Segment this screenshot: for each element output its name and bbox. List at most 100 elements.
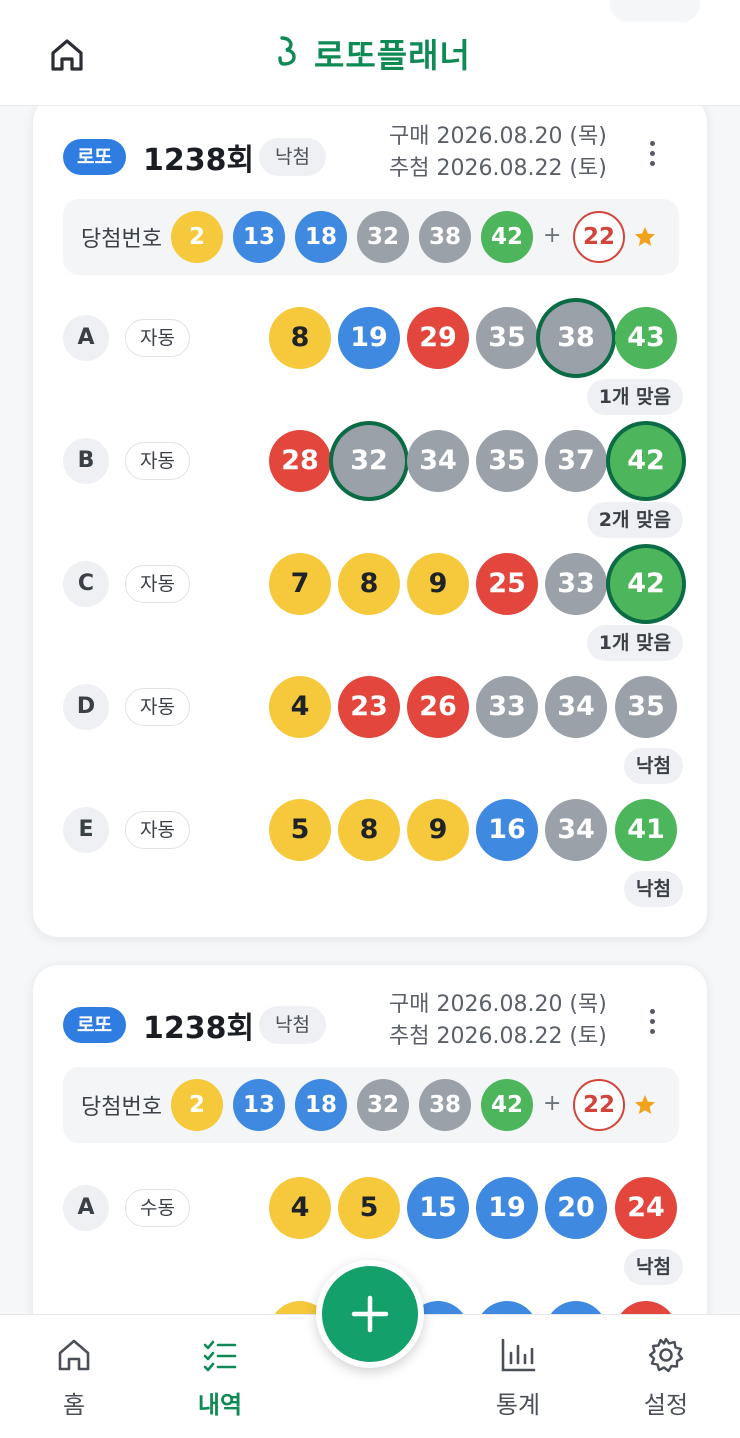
home-icon[interactable] <box>46 34 88 76</box>
number-ball: 28 <box>269 430 331 492</box>
winning-numbers: 당첨번호 2 13 18 32 38 42 + 22 <box>63 199 679 275</box>
match-result: 1개 맞음 <box>586 379 683 415</box>
status-badge: 낙첨 <box>259 138 326 176</box>
winning-ball: 42 <box>481 1079 533 1131</box>
purchase-date: 구매 2026.08.20 (목) <box>389 992 607 1017</box>
plus-sign: + <box>543 1091 562 1116</box>
number-ball: 8 <box>338 799 400 861</box>
winning-ball: 38 <box>419 211 471 263</box>
winning-numbers: 당첨번호 2 13 18 32 38 42 + 22 <box>63 1067 679 1143</box>
nav-settings-label: 설정 <box>643 1391 689 1419</box>
app-header: 로또플래너 <box>0 0 740 106</box>
winning-label: 당첨번호 <box>81 227 162 252</box>
number-ball: 29 <box>407 307 469 369</box>
number-ball: 9 <box>407 553 469 615</box>
winning-ball: 18 <box>295 1079 347 1131</box>
ticket-dates: 구매 2026.08.20 (목) 추첨 2026.08.22 (토) <box>389 121 607 185</box>
brand: 로또플래너 <box>276 28 471 78</box>
more-options-icon[interactable] <box>639 1005 665 1045</box>
number-ball: 41 <box>615 799 677 861</box>
checklist-icon <box>203 1340 237 1372</box>
nav-home[interactable]: 홈 <box>24 1335 124 1420</box>
nav-settings[interactable]: 설정 <box>616 1335 716 1420</box>
matched-number-ball: 38 <box>540 302 612 374</box>
number-ball: 16 <box>476 799 538 861</box>
number-ball: 20 <box>545 1177 607 1239</box>
matched-number-ball: 32 <box>333 425 405 497</box>
row-letter: C <box>63 561 109 607</box>
game-row: C 자동 7 8 9 25 33 42 1개 맞음 <box>63 548 683 663</box>
ticket-card: 로또 1238회 낙첨 구매 2026.08.20 (목) 추첨 2026.08… <box>32 106 708 938</box>
match-result: 낙첨 <box>624 748 683 784</box>
winning-ball: 38 <box>419 1079 471 1131</box>
number-ball: 34 <box>545 799 607 861</box>
number-ball: 33 <box>545 553 607 615</box>
number-ball: 7 <box>269 553 331 615</box>
match-result: 낙첨 <box>624 1249 683 1285</box>
card-header: 로또 1238회 낙첨 구매 2026.08.20 (목) 추첨 2026.08… <box>63 992 683 1059</box>
winning-ball: 2 <box>171 211 223 263</box>
number-ball: 4 <box>269 1177 331 1239</box>
game-row: B 자동 28 32 34 35 37 42 2개 맞음 <box>63 425 683 540</box>
partial-number-ball <box>545 1301 607 1314</box>
nav-history-label: 내역 <box>197 1391 243 1419</box>
number-ball: 9 <box>407 799 469 861</box>
winning-ball: 13 <box>233 211 285 263</box>
nav-stats[interactable]: 통계 <box>468 1335 568 1420</box>
nav-history[interactable]: 내역 <box>170 1335 270 1420</box>
number-ball: 37 <box>545 430 607 492</box>
round-number: 1238회 <box>143 1011 255 1046</box>
lotto-badge: 로또 <box>63 1007 126 1043</box>
match-result: 낙첨 <box>624 871 683 907</box>
more-options-icon[interactable] <box>639 137 665 177</box>
home-icon <box>58 1339 90 1371</box>
brand-logo-icon <box>276 34 300 72</box>
round-number: 1238회 <box>143 143 255 178</box>
number-ball: 8 <box>338 553 400 615</box>
winning-ball: 2 <box>171 1079 223 1131</box>
star-icon <box>633 225 657 249</box>
number-ball: 35 <box>476 430 538 492</box>
number-ball: 23 <box>338 676 400 738</box>
number-ball: 43 <box>615 307 677 369</box>
row-mode: 자동 <box>125 811 190 849</box>
partial-number-ball <box>615 1301 677 1314</box>
match-result: 1개 맞음 <box>586 625 683 661</box>
row-letter: E <box>63 807 109 853</box>
number-ball: 8 <box>269 307 331 369</box>
winning-ball: 32 <box>357 1079 409 1131</box>
row-mode: 수동 <box>125 1189 190 1227</box>
status-badge: 낙첨 <box>259 1006 326 1044</box>
bonus-ball: 22 <box>573 211 625 263</box>
ticket-dates: 구매 2026.08.20 (목) 추첨 2026.08.22 (토) <box>389 989 607 1053</box>
plus-icon <box>351 1295 389 1333</box>
card-header: 로또 1238회 낙첨 구매 2026.08.20 (목) 추첨 2026.08… <box>63 124 683 191</box>
lotto-badge: 로또 <box>63 139 126 175</box>
number-ball: 19 <box>476 1177 538 1239</box>
row-mode: 자동 <box>125 442 190 480</box>
game-row: E 자동 5 8 9 16 34 41 낙첨 <box>63 799 683 909</box>
nav-stats-label: 통계 <box>495 1391 541 1419</box>
winning-ball: 42 <box>481 211 533 263</box>
game-row: A 자동 8 19 29 35 38 43 1개 맞음 <box>63 302 683 417</box>
number-ball: 33 <box>476 676 538 738</box>
winning-label: 당첨번호 <box>81 1095 162 1120</box>
number-ball: 15 <box>407 1177 469 1239</box>
winning-ball: 18 <box>295 211 347 263</box>
number-ball: 34 <box>407 430 469 492</box>
number-ball: 24 <box>615 1177 677 1239</box>
matched-number-ball: 42 <box>610 548 682 620</box>
number-ball: 35 <box>615 676 677 738</box>
row-letter: A <box>63 1185 109 1231</box>
star-icon <box>633 1093 657 1117</box>
row-letter: A <box>63 315 109 361</box>
plus-sign: + <box>543 223 562 248</box>
gear-icon <box>648 1337 684 1373</box>
add-ticket-button[interactable] <box>316 1260 424 1368</box>
draw-date: 추첨 2026.08.22 (토) <box>389 1024 607 1049</box>
row-letter: B <box>63 438 109 484</box>
app-title: 로또플래너 <box>314 36 471 75</box>
bar-chart-icon <box>501 1338 536 1372</box>
winning-ball: 32 <box>357 211 409 263</box>
history-list[interactable]: 로또 1238회 낙첨 구매 2026.08.20 (목) 추첨 2026.08… <box>0 106 740 1314</box>
